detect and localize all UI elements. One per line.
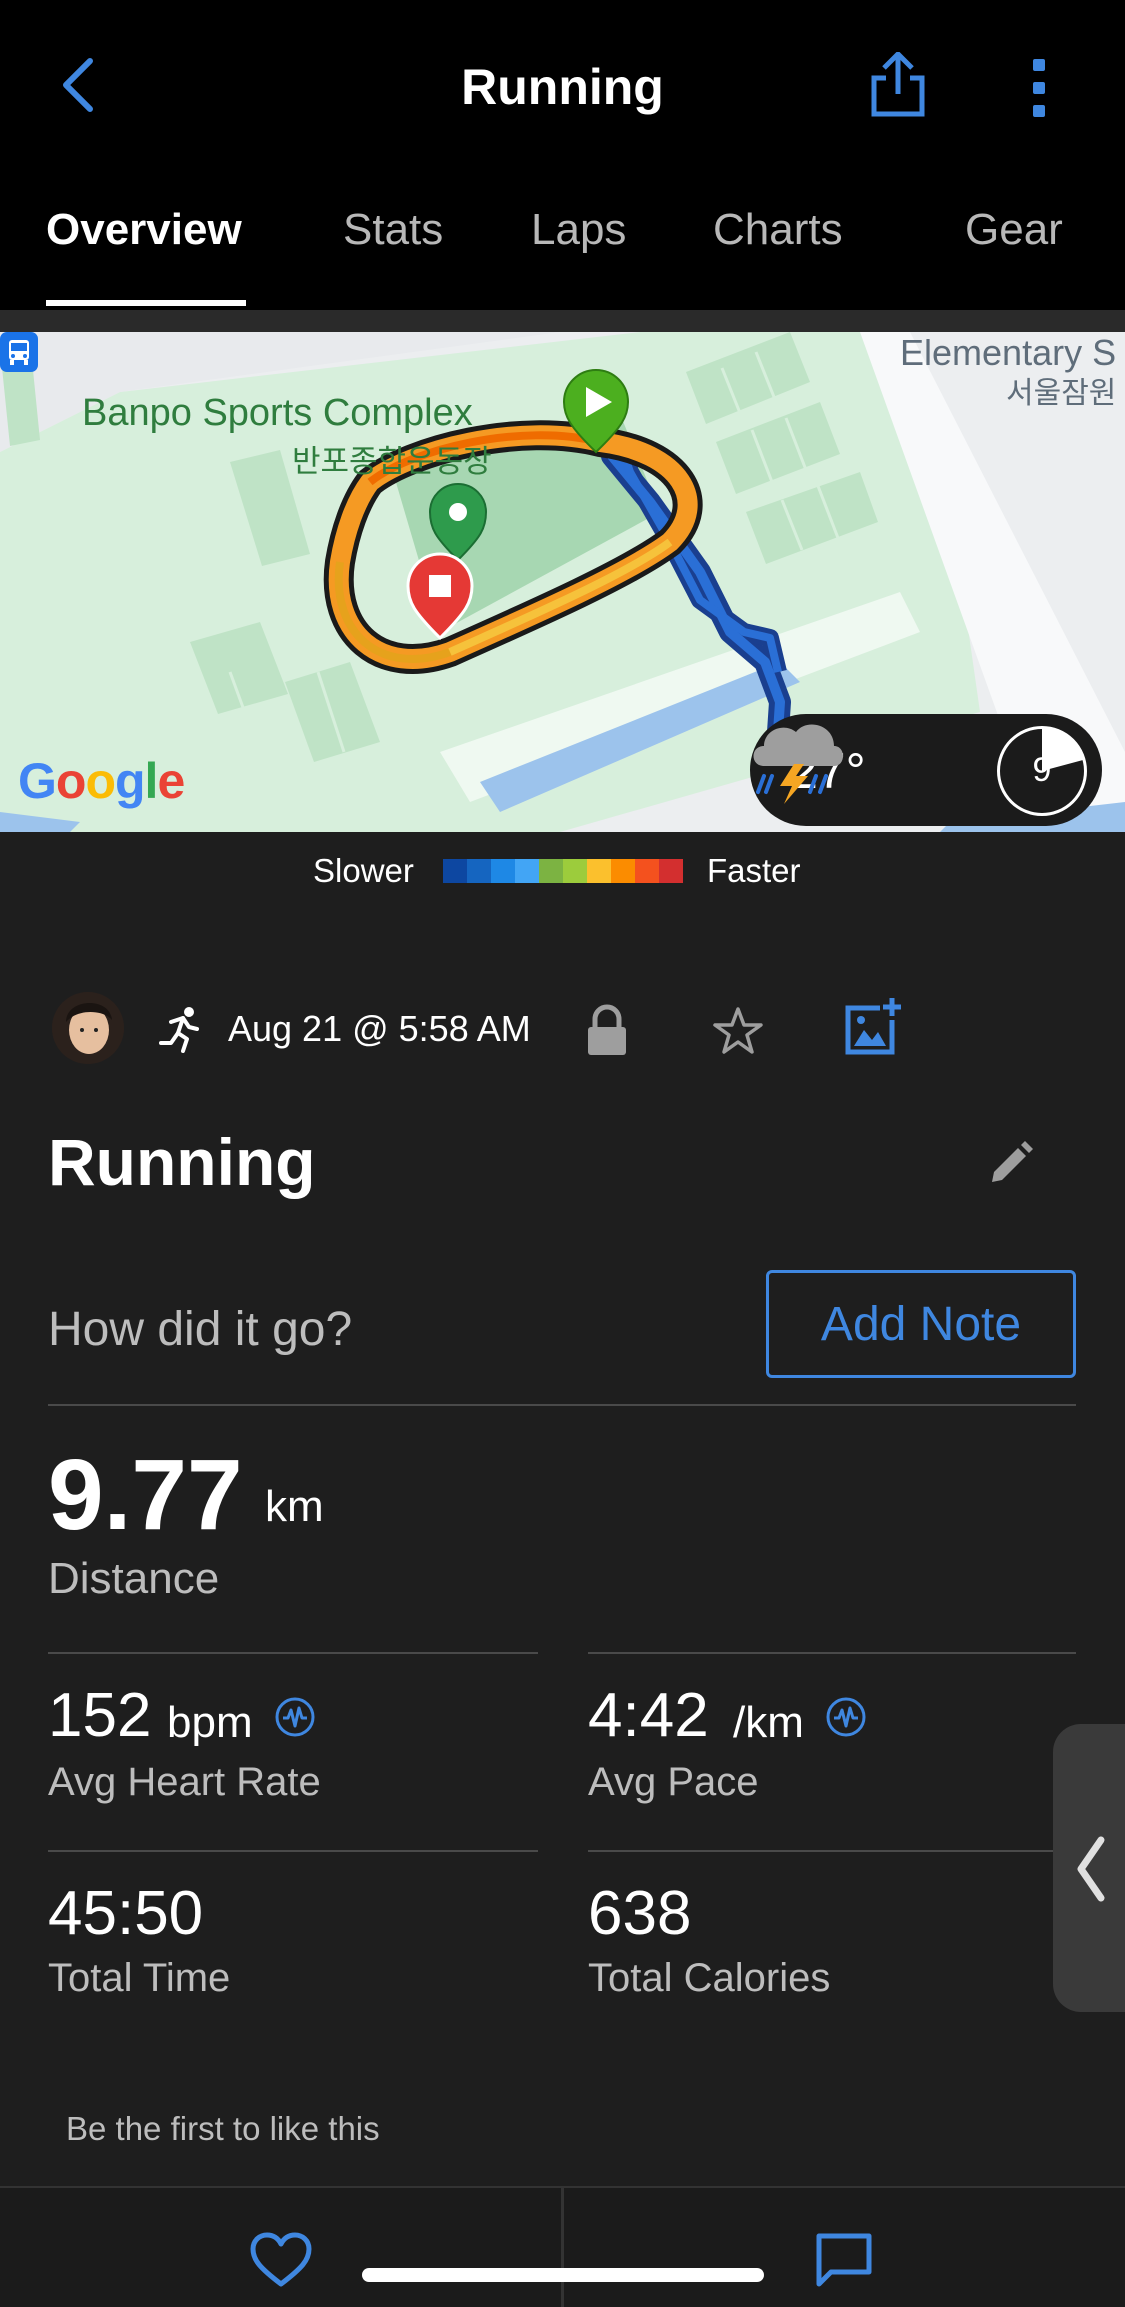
- legend-color-swatch: [611, 859, 635, 883]
- divider: [588, 1850, 1076, 1852]
- tab-stats[interactable]: Stats: [343, 205, 443, 255]
- add-photo-icon[interactable]: [844, 998, 902, 1056]
- home-indicator: [362, 2268, 764, 2282]
- add-note-button[interactable]: Add Note: [766, 1270, 1076, 1378]
- heart-rate-unit: bpm: [167, 1698, 253, 1747]
- legend-color-swatch: [515, 859, 539, 883]
- chevron-left-icon: [1077, 1836, 1105, 1902]
- heart-rate-graph-icon[interactable]: [274, 1696, 316, 1738]
- avatar[interactable]: [52, 992, 124, 1064]
- bottom-action-bar: [0, 2186, 1125, 2307]
- legend-color-swatch: [467, 859, 491, 883]
- tab-overview[interactable]: Overview: [46, 205, 242, 255]
- divider: [48, 1652, 538, 1654]
- map-school-label-ko: 서울잠원: [1006, 377, 1117, 410]
- tab-bar: Overview Stats Laps Charts Gear: [0, 175, 1125, 310]
- legend-color-swatch: [563, 859, 587, 883]
- map-place-label-ko: 반포종합운동장: [292, 444, 492, 479]
- total-calories-label: Total Calories: [588, 1956, 831, 2000]
- divider: [48, 1850, 538, 1852]
- distance-label: Distance: [48, 1554, 220, 1603]
- google-logo: Google: [18, 753, 185, 809]
- heart-rate-value: 152: [48, 1681, 152, 1750]
- legend-slower-label: Slower: [313, 852, 414, 889]
- tab-gear[interactable]: Gear: [965, 205, 1063, 255]
- side-panel-handle[interactable]: [1053, 1724, 1125, 2012]
- total-time-label: Total Time: [48, 1956, 231, 2000]
- divider: [0, 310, 1125, 332]
- total-calories-value: 638: [588, 1879, 692, 1948]
- legend-color-swatch: [659, 859, 683, 883]
- page-title: Running: [461, 59, 664, 115]
- star-icon[interactable]: [712, 1005, 764, 1057]
- divider: [561, 2188, 564, 2307]
- legend-color-swatch: [443, 859, 467, 883]
- legend-color-swatch: [491, 859, 515, 883]
- edit-pencil-icon[interactable]: [988, 1140, 1034, 1186]
- pace-legend: Slower Faster: [0, 832, 1125, 912]
- legend-color-scale: [443, 859, 683, 883]
- legend-faster-label: Faster: [707, 852, 801, 889]
- bus-stop-icon: [0, 332, 38, 372]
- route-map[interactable]: Banpo Sports Complex 반포종합운동장 Elementary …: [0, 332, 1125, 832]
- wind-value: 9: [1032, 751, 1052, 789]
- heart-icon[interactable]: [250, 2232, 312, 2288]
- likes-text: Be the first to like this: [66, 2110, 380, 2147]
- legend-color-swatch: [539, 859, 563, 883]
- pace-graph-icon[interactable]: [825, 1696, 867, 1738]
- note-prompt: How did it go?: [48, 1303, 353, 1356]
- weather-badge[interactable]: 27° 9: [750, 714, 1102, 826]
- thunderstorm-icon: [753, 724, 843, 804]
- activity-date: Aug 21 @ 5:58 AM: [228, 1008, 531, 1049]
- lock-icon[interactable]: [585, 1003, 629, 1057]
- wind-gauge: 9: [997, 726, 1087, 816]
- heart-rate-label: Avg Heart Rate: [48, 1760, 321, 1804]
- top-bar: Running: [0, 0, 1125, 175]
- running-activity-icon: [159, 1007, 199, 1053]
- tab-laps[interactable]: Laps: [531, 205, 626, 255]
- share-icon[interactable]: [868, 52, 928, 118]
- total-time-value: 45:50: [48, 1879, 204, 1948]
- distance-value: 9.77: [48, 1439, 243, 1551]
- legend-color-swatch: [587, 859, 611, 883]
- pace-label: Avg Pace: [588, 1760, 759, 1804]
- tab-charts[interactable]: Charts: [713, 205, 843, 255]
- divider: [48, 1404, 1076, 1406]
- more-options-icon[interactable]: [1025, 55, 1055, 121]
- distance-unit: km: [265, 1482, 324, 1531]
- map-place-label: Banpo Sports Complex: [82, 392, 473, 434]
- divider: [588, 1652, 1076, 1654]
- legend-color-swatch: [635, 859, 659, 883]
- comment-icon[interactable]: [815, 2232, 873, 2288]
- pace-unit: /km: [733, 1698, 804, 1747]
- pace-value: 4:42: [588, 1681, 709, 1750]
- activity-title: Running: [48, 1125, 316, 1199]
- tab-indicator: [46, 300, 246, 306]
- avatar-image: [52, 992, 124, 1064]
